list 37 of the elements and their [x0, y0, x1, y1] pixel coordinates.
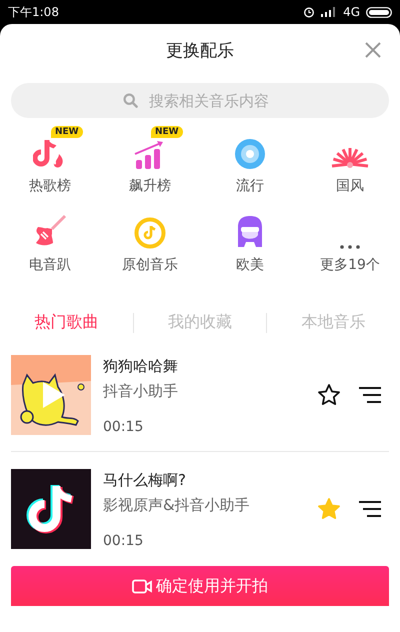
music-tab[interactable]: 热门歌曲 — [0, 308, 133, 337]
confirm-shoot-button[interactable]: 确定使用并开拍 — [11, 566, 389, 606]
sunglasses-person-icon — [236, 215, 264, 249]
category-item[interactable]: 更多19个 — [300, 209, 400, 274]
search-field[interactable]: 搜索相关音乐内容 — [11, 83, 389, 118]
song-title: 狗狗哈哈舞 — [103, 357, 178, 376]
song-artist: 抖音小助手 — [103, 382, 178, 401]
star-icon[interactable] — [317, 383, 341, 407]
category-item[interactable]: 电音趴 — [0, 209, 100, 274]
new-badge: NEW — [51, 126, 83, 138]
song-duration: 00:15 — [103, 419, 144, 435]
cartoon-cat-cover-drawing[interactable] — [11, 355, 91, 435]
battery-icon — [366, 6, 392, 18]
song-artist: 影视原声&抖音小助手 — [103, 496, 250, 515]
music-note-cover-drawing[interactable] — [11, 469, 91, 549]
new-badge: NEW — [151, 126, 183, 138]
search-icon — [123, 93, 138, 108]
more-icon — [340, 245, 360, 249]
menu-icon[interactable] — [359, 386, 381, 404]
star-icon[interactable] — [317, 497, 341, 521]
song-duration: 00:15 — [103, 533, 144, 549]
alarm-icon — [303, 6, 316, 18]
status-time: 下午1:08 — [8, 4, 59, 20]
close-icon[interactable] — [365, 42, 381, 58]
signal-icon — [321, 7, 338, 17]
category-item[interactable]: 原创音乐 — [100, 209, 200, 274]
menu-icon[interactable] — [359, 500, 381, 518]
music-note-circle-icon — [134, 217, 166, 249]
play-icon[interactable] — [41, 380, 67, 410]
video-camera-icon — [132, 578, 152, 594]
disc-icon — [234, 138, 266, 170]
category-item[interactable]: 欧美 — [200, 209, 300, 274]
song-title: 马什么梅啊? — [103, 471, 186, 490]
category-item[interactable]: 流行 — [200, 130, 300, 195]
category-item[interactable]: 国风 — [300, 130, 400, 195]
network-type: 4G — [343, 5, 360, 19]
sheet-title: 更换配乐 — [166, 40, 234, 62]
